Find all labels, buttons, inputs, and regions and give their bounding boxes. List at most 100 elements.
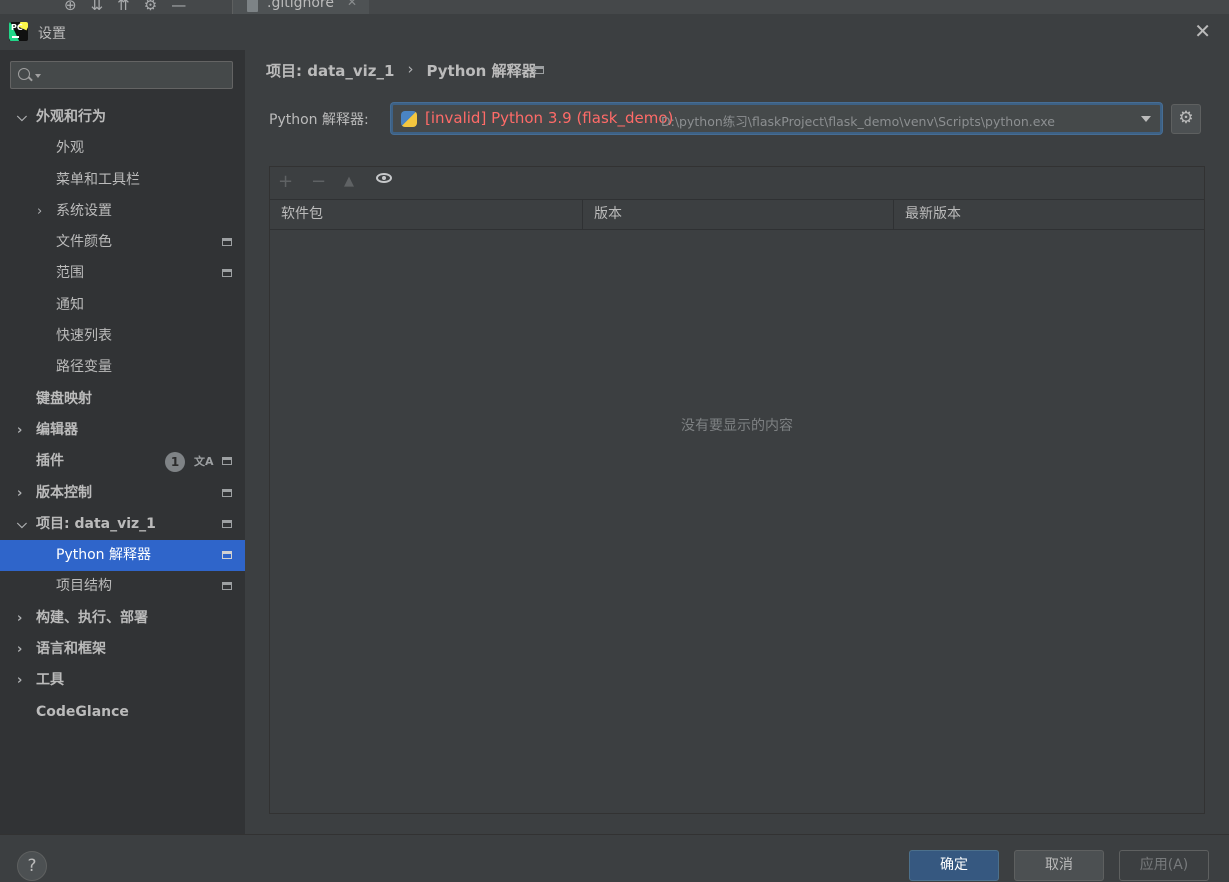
sidebar-item-label: 菜单和工具栏	[56, 171, 140, 188]
project-scope-icon	[222, 238, 232, 247]
settings-sidebar: ⌵ 外观和行为 外观 菜单和工具栏 › 系统设置 文件颜色 范围 通知 快速列表 路径变量 键盘映射 ›…	[0, 50, 245, 834]
remove-package-button[interactable]: −	[311, 171, 326, 193]
breadcrumb-page: Python 解释器	[426, 62, 537, 80]
sidebar-item-label: 项目: data_viz_1	[36, 515, 156, 532]
chevron-right-icon[interactable]: ›	[17, 478, 22, 509]
collapse-all-icon[interactable]: ⇈	[117, 0, 130, 14]
apply-button[interactable]: 应用(A)	[1119, 850, 1209, 881]
chevron-right-icon[interactable]: ›	[17, 415, 22, 446]
packages-table-header: 软件包 版本 最新版本	[270, 199, 1204, 230]
project-scope-icon	[222, 519, 232, 528]
python-icon	[401, 111, 417, 127]
sidebar-item-label: 通知	[56, 296, 84, 313]
chevron-down-icon[interactable]: ⌵	[17, 509, 27, 540]
sidebar-item[interactable]: 文件颜色	[0, 227, 245, 258]
crosshair-icon[interactable]: ⊕	[64, 0, 77, 14]
project-scope-icon	[534, 66, 544, 74]
updates-count-badge: 1	[165, 452, 185, 473]
dialog-footer: ? 确定 取消 应用(A)	[0, 834, 1229, 882]
editor-tab-gitignore[interactable]: .gitignore ✕	[232, 0, 369, 14]
ok-button[interactable]: 确定	[909, 850, 999, 881]
chevron-right-icon[interactable]: ›	[17, 665, 22, 696]
sidebar-item-label: 路径变量	[56, 359, 112, 376]
sidebar-item[interactable]: › 工具	[0, 665, 245, 696]
chevron-down-icon[interactable]: ⌵	[17, 102, 27, 133]
file-icon	[247, 0, 258, 12]
add-package-button[interactable]: +	[278, 171, 293, 193]
interpreter-path: D:\python练习\flaskProject\flask_demo\venv…	[661, 114, 1055, 129]
chevron-right-icon[interactable]: ›	[37, 196, 42, 227]
cancel-button[interactable]: 取消	[1014, 850, 1104, 881]
expand-all-icon[interactable]: ⇊	[91, 0, 104, 14]
sidebar-item[interactable]: › 系统设置	[0, 196, 245, 227]
show-early-releases-button[interactable]	[376, 173, 394, 185]
sidebar-item[interactable]: ⌵ 项目: data_viz_1	[0, 509, 245, 540]
sidebar-item-label: 外观	[56, 140, 84, 157]
packages-panel: + − ▲ 软件包 版本 最新版本 没有要显示的内容	[269, 166, 1205, 814]
interpreter-label: Python 解释器:	[269, 112, 369, 128]
column-header-package[interactable]: 软件包	[270, 200, 582, 229]
sidebar-item-label: 项目结构	[56, 578, 112, 595]
interpreter-settings-button[interactable]: ⚙	[1171, 104, 1201, 134]
sidebar-item[interactable]: 通知	[0, 290, 245, 321]
eye-icon	[376, 173, 392, 183]
sidebar-item[interactable]: 外观	[0, 133, 245, 164]
breadcrumb-project[interactable]: 项目: data_viz_1	[266, 60, 394, 81]
sidebar-item-label: 构建、执行、部署	[36, 609, 148, 626]
sidebar-item-label: 快速列表	[56, 328, 112, 345]
ide-background-strip: ⊕ ⇊ ⇈ ⚙ — .gitignore ✕	[0, 0, 1229, 14]
project-scope-icon	[222, 551, 232, 560]
settings-content: 项目: data_viz_1 › Python 解释器 Python 解释器: …	[245, 50, 1229, 834]
sidebar-item[interactable]: CodeGlance	[0, 697, 245, 728]
search-history-dropdown-icon[interactable]	[35, 74, 41, 78]
sidebar-item-label: 文件颜色	[56, 234, 112, 251]
minimize-icon[interactable]: —	[171, 0, 186, 14]
sidebar-item[interactable]: › 语言和框架	[0, 634, 245, 665]
packages-toolbar: + − ▲	[270, 167, 1204, 199]
upgrade-package-button[interactable]: ▲	[344, 171, 354, 193]
sidebar-item[interactable]: › 版本控制	[0, 478, 245, 509]
sidebar-item[interactable]: 范围	[0, 258, 245, 289]
sidebar-item-label: 插件	[36, 453, 64, 470]
sidebar-item-label: CodeGlance	[36, 703, 129, 720]
interpreter-invalid-name: [invalid] Python 3.9 (flask_demo)	[425, 109, 674, 127]
sidebar-item-label: 工具	[36, 672, 64, 689]
chevron-right-icon[interactable]: ›	[17, 603, 22, 634]
close-dialog-button[interactable]: ✕	[1194, 20, 1211, 42]
project-scope-icon	[222, 457, 232, 466]
sidebar-item-label: 语言和框架	[36, 641, 106, 658]
column-header-latest-version[interactable]: 最新版本	[893, 200, 1204, 229]
column-header-version[interactable]: 版本	[582, 200, 893, 229]
breadcrumb-separator: ›	[407, 60, 414, 78]
chevron-right-icon[interactable]: ›	[17, 634, 22, 665]
sidebar-item[interactable]: 项目结构	[0, 571, 245, 602]
interpreter-select[interactable]: [invalid] Python 3.9 (flask_demo) D:\pyt…	[391, 103, 1162, 134]
gear-icon[interactable]: ⚙	[144, 0, 157, 14]
help-button[interactable]: ?	[17, 851, 47, 881]
settings-search-input[interactable]	[45, 64, 229, 88]
editor-tab-label: .gitignore	[267, 0, 334, 11]
dropdown-arrow-icon[interactable]	[1141, 116, 1151, 122]
sidebar-item-label: 范围	[56, 265, 84, 282]
sidebar-item[interactable]: 菜单和工具栏	[0, 165, 245, 196]
dialog-titlebar: PC 设置 ✕	[0, 14, 1229, 50]
empty-table-message: 没有要显示的内容	[681, 418, 793, 434]
sidebar-item[interactable]: ⌵ 外观和行为	[0, 102, 245, 133]
sidebar-item[interactable]: 键盘映射	[0, 384, 245, 415]
project-scope-icon	[222, 582, 232, 591]
sidebar-item[interactable]: › 编辑器	[0, 415, 245, 446]
sidebar-item[interactable]: 插件 1 文A	[0, 446, 245, 477]
close-tab-icon[interactable]: ✕	[347, 0, 357, 9]
sidebar-item[interactable]: 快速列表	[0, 321, 245, 352]
sidebar-item-label: 版本控制	[36, 484, 92, 501]
sidebar-item[interactable]: › 构建、执行、部署	[0, 603, 245, 634]
sidebar-item[interactable]: Python 解释器	[0, 540, 245, 572]
sidebar-item-label: 编辑器	[36, 421, 78, 438]
project-scope-icon	[222, 269, 232, 278]
sidebar-item-label: Python 解释器	[56, 547, 151, 564]
breadcrumb: 项目: data_viz_1 › Python 解释器	[266, 60, 537, 81]
dialog-title: 设置	[38, 26, 66, 42]
sidebar-item-label: 外观和行为	[36, 109, 106, 125]
settings-search-box[interactable]	[10, 61, 233, 89]
sidebar-item[interactable]: 路径变量	[0, 352, 245, 383]
